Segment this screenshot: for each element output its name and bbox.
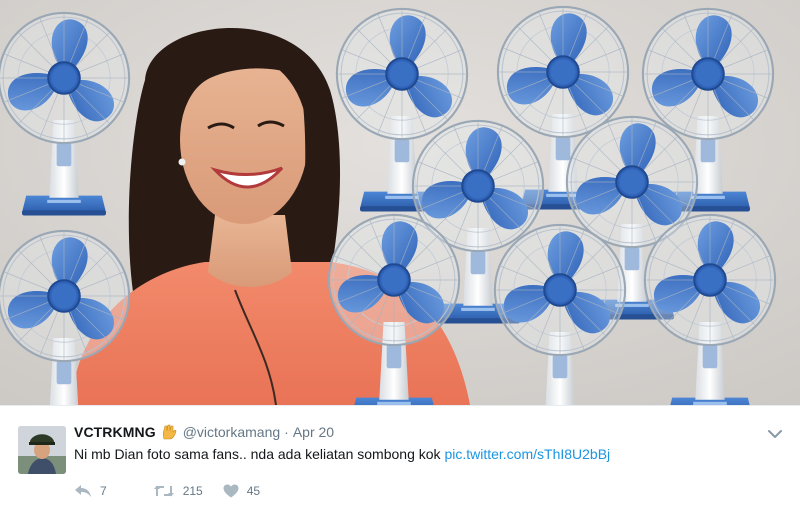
tweet-actions: 7 215 45 xyxy=(74,484,280,498)
tweet-text: Ni mb Dian foto sama fans.. nda ada keli… xyxy=(74,446,610,462)
reply-count: 7 xyxy=(100,484,107,498)
display-name[interactable]: VCTRKMNG xyxy=(74,424,156,440)
avatar-image xyxy=(18,426,66,474)
media-link[interactable]: pic.twitter.com/sThI8U2bBj xyxy=(444,446,610,462)
chevron-down-icon[interactable] xyxy=(768,426,782,438)
heart-icon xyxy=(223,484,239,498)
retweet-icon xyxy=(153,484,175,498)
like-button[interactable]: 45 xyxy=(223,484,260,498)
retweet-button[interactable]: 215 xyxy=(153,484,203,498)
tweet: VCTRKMNG @victorkamang · Apr 20 Ni mb Di… xyxy=(0,405,800,516)
reply-icon xyxy=(74,484,92,498)
like-count: 45 xyxy=(246,484,261,498)
separator-dot: · xyxy=(284,424,289,440)
vulcan-salute-icon xyxy=(161,424,177,440)
tweet-header: VCTRKMNG @victorkamang · Apr 20 xyxy=(74,424,334,440)
reply-button[interactable]: 7 xyxy=(74,484,107,498)
tweet-timestamp[interactable]: Apr 20 xyxy=(293,424,334,440)
meme-image xyxy=(0,0,800,405)
retweet-count: 215 xyxy=(182,484,203,498)
tweet-body: Ni mb Dian foto sama fans.. nda ada keli… xyxy=(74,446,441,462)
user-handle[interactable]: @victorkamang xyxy=(183,424,280,440)
avatar[interactable] xyxy=(18,426,66,474)
tweet-media-photo[interactable] xyxy=(0,0,800,405)
